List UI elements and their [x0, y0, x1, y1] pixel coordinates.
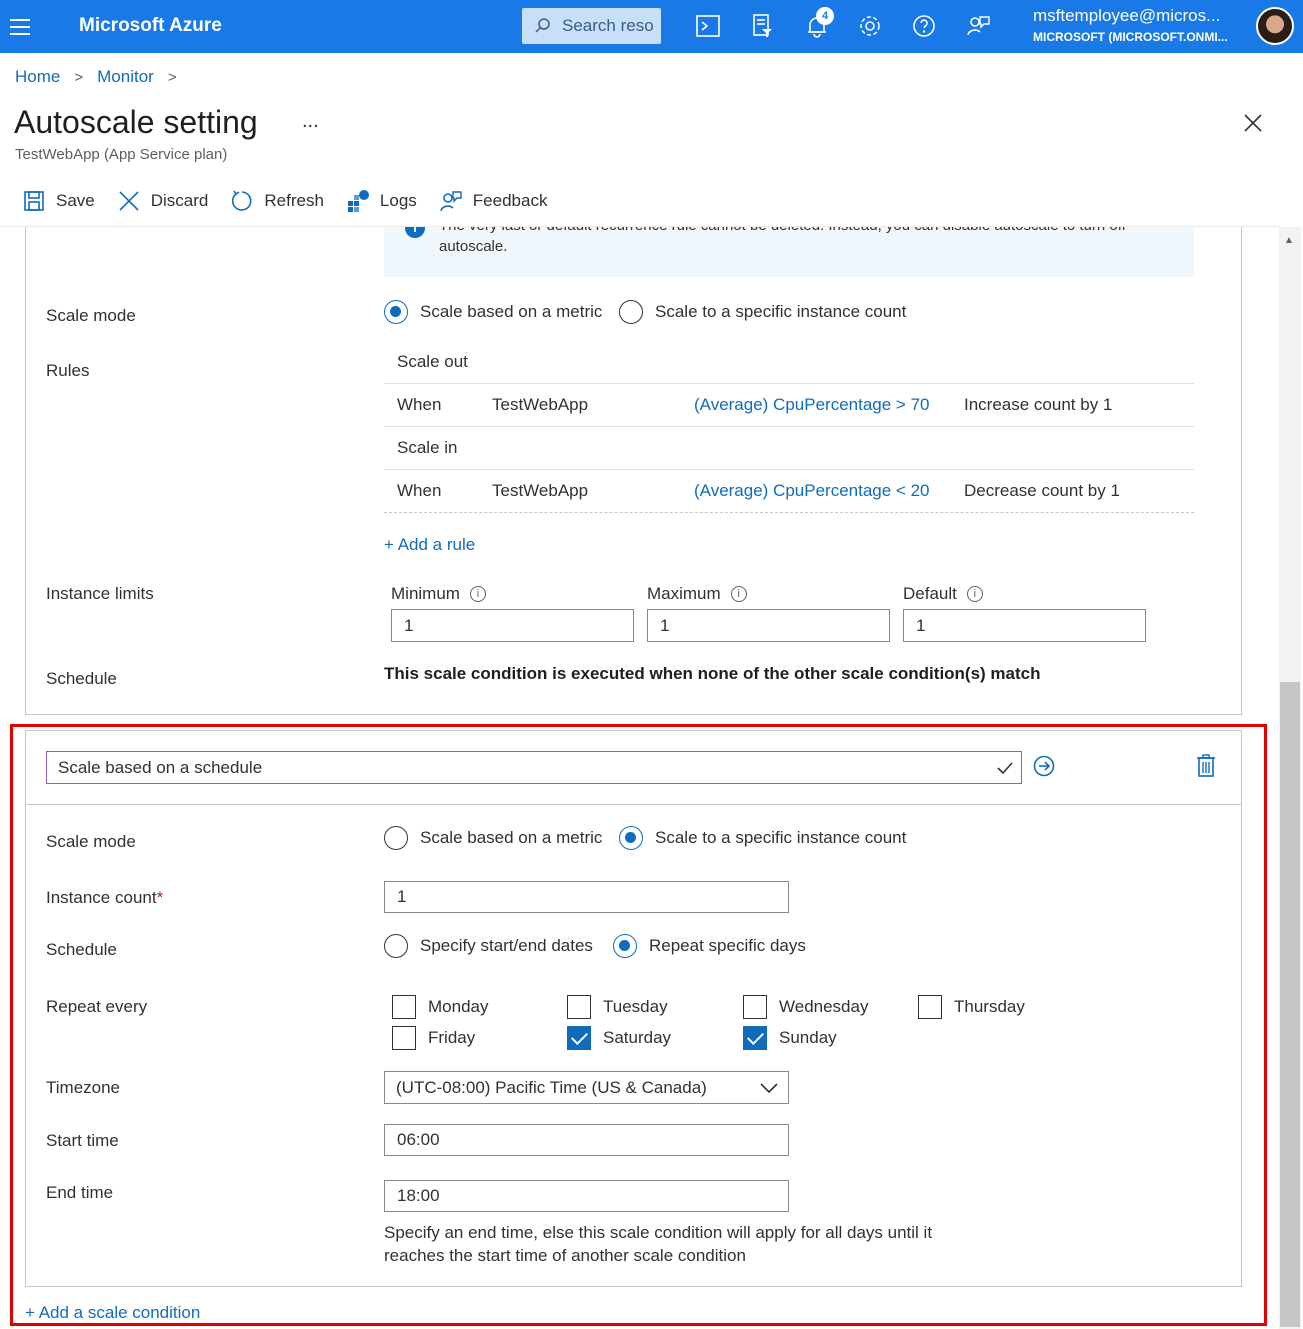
info-text: The very last or default recurrence rule… [439, 227, 1126, 255]
minimum-input[interactable]: 1 [391, 609, 634, 642]
top-bar: Microsoft Azure Search reso 4 msftemploy… [0, 0, 1303, 53]
radio-scale-instance-count[interactable]: Scale to a specific instance count [619, 300, 906, 324]
rule-resource: TestWebApp [492, 481, 589, 500]
rule-when: When [397, 395, 442, 414]
search-icon [535, 18, 550, 33]
chevron-right-icon: > [167, 68, 177, 86]
discard-x-icon [119, 191, 139, 211]
settings-gear-icon[interactable] [857, 13, 883, 39]
avatar[interactable] [1256, 7, 1294, 45]
schedule-label: Schedule [46, 669, 117, 688]
feedback-label: Feedback [472, 191, 548, 210]
maximum-label-text: Maximum [647, 584, 721, 603]
breadcrumb-home[interactable]: Home [15, 67, 60, 87]
feedback-button[interactable]: Feedback [439, 189, 548, 213]
rule-when: When [397, 481, 442, 500]
discard-button[interactable]: Discard [117, 189, 209, 213]
info-icon[interactable]: i [730, 586, 747, 602]
rule-metric-link[interactable]: (Average) CpuPercentage > 70 [694, 395, 929, 415]
close-icon[interactable] [1241, 111, 1265, 135]
notification-badge: 4 [816, 7, 834, 25]
info-icon[interactable]: i [469, 586, 486, 602]
default-label-text: Default [903, 584, 957, 603]
rule-action: Decrease count by 1 [964, 481, 1120, 500]
more-options-button[interactable]: ... [302, 110, 319, 133]
instance-limits-label: Instance limits [46, 584, 154, 603]
scroll-up-icon[interactable]: ▲ [1284, 235, 1294, 246]
account-org: MICROSOFT (MICROSOFT.ONMI... [1033, 30, 1228, 44]
logs-label: Logs [379, 191, 417, 210]
page-subtitle: TestWebApp (App Service plan) [15, 146, 228, 163]
help-icon[interactable] [911, 13, 937, 39]
maximum-label: Maximum i [647, 584, 747, 604]
search-input[interactable]: Search reso [522, 8, 661, 44]
highlight-box [10, 724, 1267, 1326]
feedback-icon[interactable] [965, 13, 991, 39]
schedule-note: This scale condition is executed when no… [384, 664, 1041, 683]
account-name: msftemployee@micros... [1033, 6, 1221, 25]
search-text: Search reso [562, 16, 654, 35]
scale-out-header: Scale out [397, 352, 468, 371]
refresh-button[interactable]: Refresh [230, 189, 324, 213]
refresh-icon [232, 190, 252, 211]
minimum-label: Minimum i [391, 584, 486, 604]
add-rule-link[interactable]: + Add a rule [384, 535, 475, 555]
radio-label: Scale to a specific instance count [655, 302, 907, 321]
scale-in-header: Scale in [397, 438, 458, 457]
info-banner: i The very last or default recurrence ru… [384, 227, 1194, 277]
maximum-input[interactable]: 1 [647, 609, 890, 642]
discard-label: Discard [150, 191, 209, 210]
rule-row[interactable]: When TestWebApp (Average) CpuPercentage … [384, 470, 1194, 513]
rules-group-header: Scale out [384, 341, 1194, 384]
info-icon[interactable]: i [966, 586, 983, 602]
rule-action: Increase count by 1 [964, 395, 1113, 414]
info-icon: i [405, 227, 425, 238]
save-button[interactable]: Save [22, 189, 95, 213]
radio-label: Scale based on a metric [420, 302, 603, 321]
chevron-right-icon: > [74, 68, 84, 86]
account-menu[interactable]: msftemployee@micros... MICROSOFT (MICROS… [1033, 6, 1243, 44]
radio-scale-metric[interactable]: Scale based on a metric [384, 300, 602, 324]
menu-icon[interactable] [8, 14, 32, 38]
minimum-label-text: Minimum [391, 584, 460, 603]
radio-selected-icon [384, 300, 408, 324]
save-icon [24, 191, 44, 211]
rules-group-header: Scale in [384, 427, 1194, 470]
save-label: Save [56, 191, 95, 210]
default-label: Default i [903, 584, 983, 604]
rules-table: Scale out When TestWebApp (Average) CpuP… [384, 341, 1194, 513]
default-input[interactable]: 1 [903, 609, 1146, 642]
person-feedback-icon [439, 191, 462, 212]
logs-button[interactable]: Logs [346, 189, 417, 213]
cloud-shell-icon[interactable] [695, 13, 721, 39]
brand-title[interactable]: Microsoft Azure [79, 15, 222, 37]
directory-filter-icon[interactable] [749, 13, 775, 39]
scrollbar-thumb[interactable] [1280, 682, 1300, 1327]
vertical-scrollbar[interactable]: ▲ [1279, 227, 1301, 1329]
scale-mode-label: Scale mode [46, 306, 136, 325]
refresh-label: Refresh [264, 191, 324, 210]
command-bar: Save Discard Refresh Logs Feedback [22, 189, 569, 213]
logs-icon [347, 190, 369, 212]
rule-row[interactable]: When TestWebApp (Average) CpuPercentage … [384, 384, 1194, 427]
breadcrumb: Home > Monitor > [15, 67, 177, 87]
rule-metric-link[interactable]: (Average) CpuPercentage < 20 [694, 481, 929, 501]
rule-resource: TestWebApp [492, 395, 589, 414]
breadcrumb-monitor[interactable]: Monitor [97, 67, 154, 87]
page-title: Autoscale setting [14, 104, 258, 140]
rules-label: Rules [46, 361, 90, 380]
radio-unselected-icon [619, 300, 643, 324]
